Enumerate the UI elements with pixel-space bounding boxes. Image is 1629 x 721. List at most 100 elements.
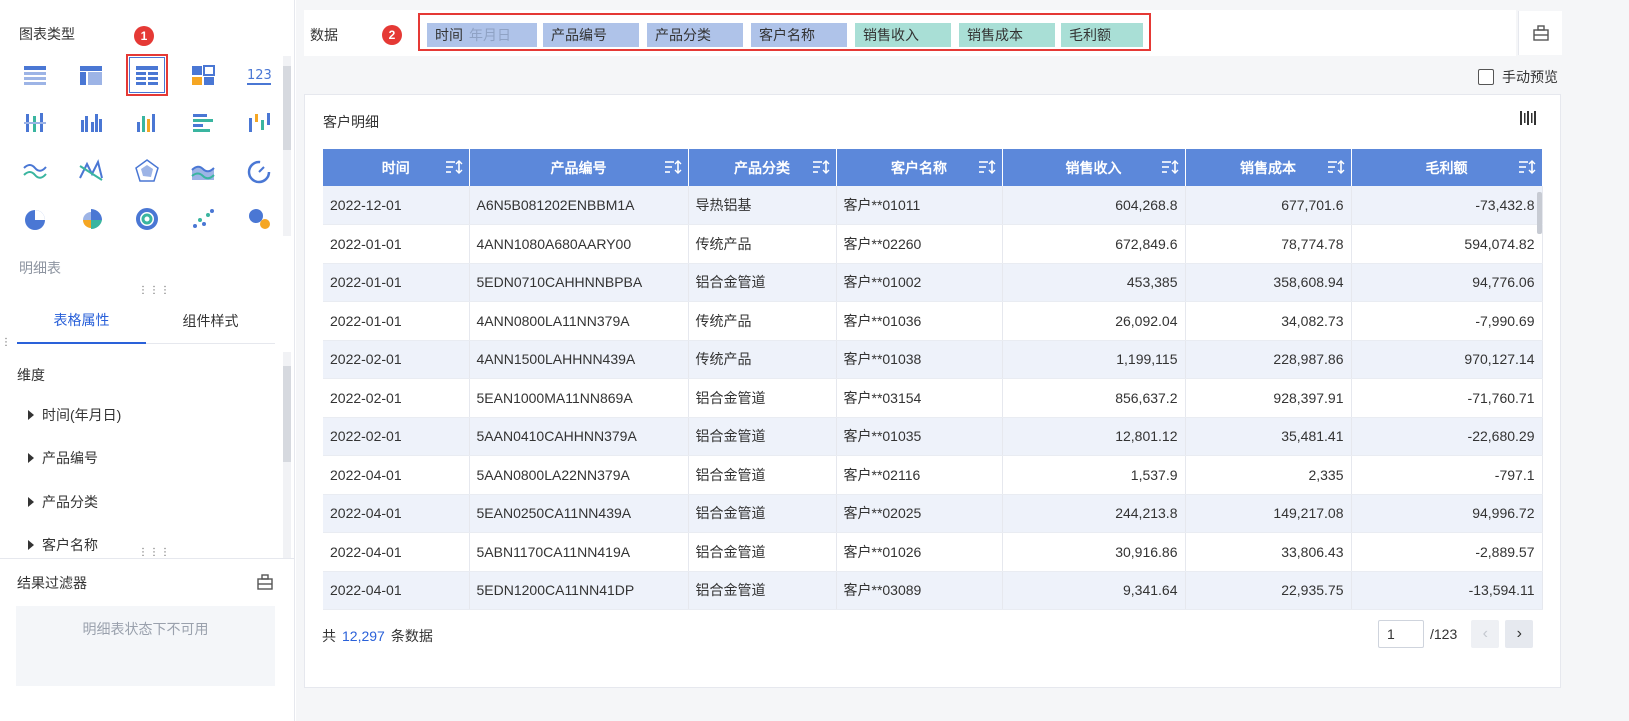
scatter-chart-icon[interactable]: [180, 196, 226, 242]
page-total: /123: [1430, 626, 1458, 642]
bubble-chart-icon[interactable]: [236, 196, 282, 242]
column-header[interactable]: 产品编号: [469, 149, 689, 186]
sort-icon[interactable]: [812, 159, 830, 178]
pie-chart-icon[interactable]: [12, 196, 58, 242]
resize-grip[interactable]: ⋮⋮⋮: [138, 286, 171, 296]
table-cell: A6N5B081202ENBBM1A: [469, 186, 689, 225]
rose-pie-icon[interactable]: [68, 196, 114, 242]
column-header[interactable]: 销售收入: [1002, 149, 1186, 186]
table-cell: 铝合金管道: [688, 494, 837, 533]
table-cell: 2022-01-01: [323, 301, 470, 341]
column-header[interactable]: 毛利额: [1351, 149, 1543, 186]
manual-preview-checkbox[interactable]: [1478, 69, 1494, 85]
table-cell: 1,537.9: [1002, 455, 1186, 495]
radar-chart-icon[interactable]: [124, 148, 170, 194]
grouped-bar-icon[interactable]: [68, 100, 114, 146]
dimension-item-time[interactable]: 时间(年月日): [28, 405, 121, 425]
detail-table-icon[interactable]: [124, 52, 170, 98]
dimension-item-customer-name[interactable]: 客户名称: [28, 535, 98, 555]
chart-type-scrollbar[interactable]: [283, 56, 291, 236]
table-row[interactable]: 2022-01-01 4ANN1080A680AARY00 传统产品 客户**0226…: [323, 224, 1543, 264]
stacked-bar-icon[interactable]: [12, 100, 58, 146]
column-header[interactable]: 产品分类: [688, 149, 837, 186]
field-pill-sales-revenue[interactable]: 销售收入: [855, 23, 951, 47]
barcode-icon[interactable]: [1519, 109, 1537, 130]
table-card: 客户明细 时间 产品编号 产品分类 客户名称 销售收入 销售成本 毛利额 2022-12-0…: [304, 94, 1561, 688]
field-pill-gross-profit[interactable]: 毛利额: [1061, 23, 1143, 47]
table-row[interactable]: 2022-01-01 5EDN0710CAHHNNBPBA 铝合金管道 客户**010…: [323, 263, 1543, 302]
field-pill-product-code[interactable]: 产品编号: [543, 23, 639, 47]
number-kpi-icon[interactable]: 123: [236, 52, 282, 98]
table-cell: 5EAN0250CA11NN439A: [469, 494, 689, 533]
sort-icon[interactable]: [1161, 159, 1179, 178]
sort-icon[interactable]: [1518, 159, 1536, 178]
manual-preview-toggle[interactable]: 手动预览: [1478, 67, 1558, 87]
data-fields-box: 时间 年月日 产品编号 产品分类 客户名称 销售收入 销售成本 毛利额: [418, 13, 1151, 51]
svg-text:123: 123: [247, 68, 272, 83]
column-header[interactable]: 销售成本: [1185, 149, 1352, 186]
sort-icon[interactable]: [445, 159, 463, 178]
horizontal-bar-icon[interactable]: [180, 100, 226, 146]
table-row[interactable]: 2022-01-01 4ANN0800LA11NN379A 传统产品 客户**0103…: [323, 301, 1543, 341]
field-pill-customer-name[interactable]: 客户名称: [751, 23, 847, 47]
selected-type-name: 明细表: [19, 260, 61, 276]
table-cell: 594,074.82: [1351, 224, 1543, 264]
page-number-input[interactable]: [1378, 620, 1424, 648]
table-cell: 铝合金管道: [688, 532, 837, 572]
gauge-chart-icon[interactable]: [236, 148, 282, 194]
dashboard-card-icon[interactable]: [180, 52, 226, 98]
table-cell: 2022-02-01: [323, 340, 470, 379]
tab-table-properties[interactable]: 表格属性: [17, 298, 146, 344]
table-cell: 2022-02-01: [323, 417, 470, 456]
field-pill-time[interactable]: 时间 年月日: [427, 23, 537, 47]
data-settings-button[interactable]: [1518, 11, 1562, 55]
sort-icon[interactable]: [978, 159, 996, 178]
table-cell: 客户**02116: [836, 455, 1003, 495]
filter-settings-icon[interactable]: [256, 573, 274, 594]
donut-chart-icon[interactable]: [124, 196, 170, 242]
table-row[interactable]: 2022-04-01 5ABN1170CA11NN419A 铝合金管道 客户**010…: [323, 532, 1543, 572]
table-row[interactable]: 2022-04-01 5EDN1200CA11NN41DP 铝合金管道 客户**030…: [323, 571, 1543, 610]
area-chart-icon[interactable]: [180, 148, 226, 194]
column-header[interactable]: 客户名称: [836, 149, 1003, 186]
table-cell: 856,637.2: [1002, 378, 1186, 418]
table-scrollbar[interactable]: [1537, 188, 1542, 608]
table-cell: 2022-04-01: [323, 494, 470, 533]
table-row[interactable]: 2022-02-01 5AAN0410CAHHNN379A 铝合金管道 客户**010…: [323, 417, 1543, 456]
dimension-item-product-category[interactable]: 产品分类: [28, 492, 98, 512]
table-cell: 传统产品: [688, 340, 837, 379]
properties-scrollbar[interactable]: [283, 352, 291, 558]
table-cell: 2022-04-01: [323, 455, 470, 495]
next-page-button[interactable]: ›: [1505, 620, 1534, 648]
prev-page-button[interactable]: ‹: [1471, 620, 1500, 648]
table-cell: -71,760.71: [1351, 378, 1543, 418]
table-row[interactable]: 2022-02-01 5EAN1000MA11NN869A 铝合金管道 客户**031…: [323, 378, 1543, 418]
table-cell: 导热铝基: [688, 186, 837, 225]
tab-component-style[interactable]: 组件样式: [146, 298, 275, 344]
table-cell: 客户**01035: [836, 417, 1003, 456]
table-row[interactable]: 2022-04-01 5AAN0800LA22NN379A 铝合金管道 客户**021…: [323, 455, 1543, 495]
cross-table-icon[interactable]: [68, 52, 114, 98]
sort-icon[interactable]: [1327, 159, 1345, 178]
waterfall-chart-icon[interactable]: [236, 100, 282, 146]
table-row[interactable]: 2022-02-01 4ANN1500LAHHNN439A 传统产品 客户**0103…: [323, 340, 1543, 379]
table-row[interactable]: 2022-04-01 5EAN0250CA11NN439A 铝合金管道 客户**020…: [323, 494, 1543, 533]
field-pill-sales-cost[interactable]: 销售成本: [959, 23, 1055, 47]
dimension-item-product-code[interactable]: 产品编号: [28, 448, 98, 468]
sort-icon[interactable]: [664, 159, 682, 178]
table-cell: 34,082.73: [1185, 301, 1352, 341]
line-chart-icon[interactable]: [12, 148, 58, 194]
table-cell: 244,213.8: [1002, 494, 1186, 533]
table-list-icon[interactable]: [12, 52, 58, 98]
polyline-chart-icon[interactable]: [68, 148, 114, 194]
column-header[interactable]: 时间: [323, 149, 470, 186]
detail-table: 时间 产品编号 产品分类 客户名称 销售收入 销售成本 毛利额 2022-12-01 A6N5…: [323, 149, 1543, 610]
table-row[interactable]: 2022-12-01 A6N5B081202ENBBM1A 导热铝基 客户**0101…: [323, 186, 1543, 225]
side-collapse-grip[interactable]: ⋮: [1, 338, 12, 348]
table-cell: 客户**03154: [836, 378, 1003, 418]
field-pill-product-category[interactable]: 产品分类: [647, 23, 743, 47]
table-cell: 客户**01026: [836, 532, 1003, 572]
resize-grip-lower[interactable]: ⋮⋮⋮: [138, 548, 171, 558]
column-chart-icon[interactable]: [124, 100, 170, 146]
table-cell: -73,432.8: [1351, 186, 1543, 225]
